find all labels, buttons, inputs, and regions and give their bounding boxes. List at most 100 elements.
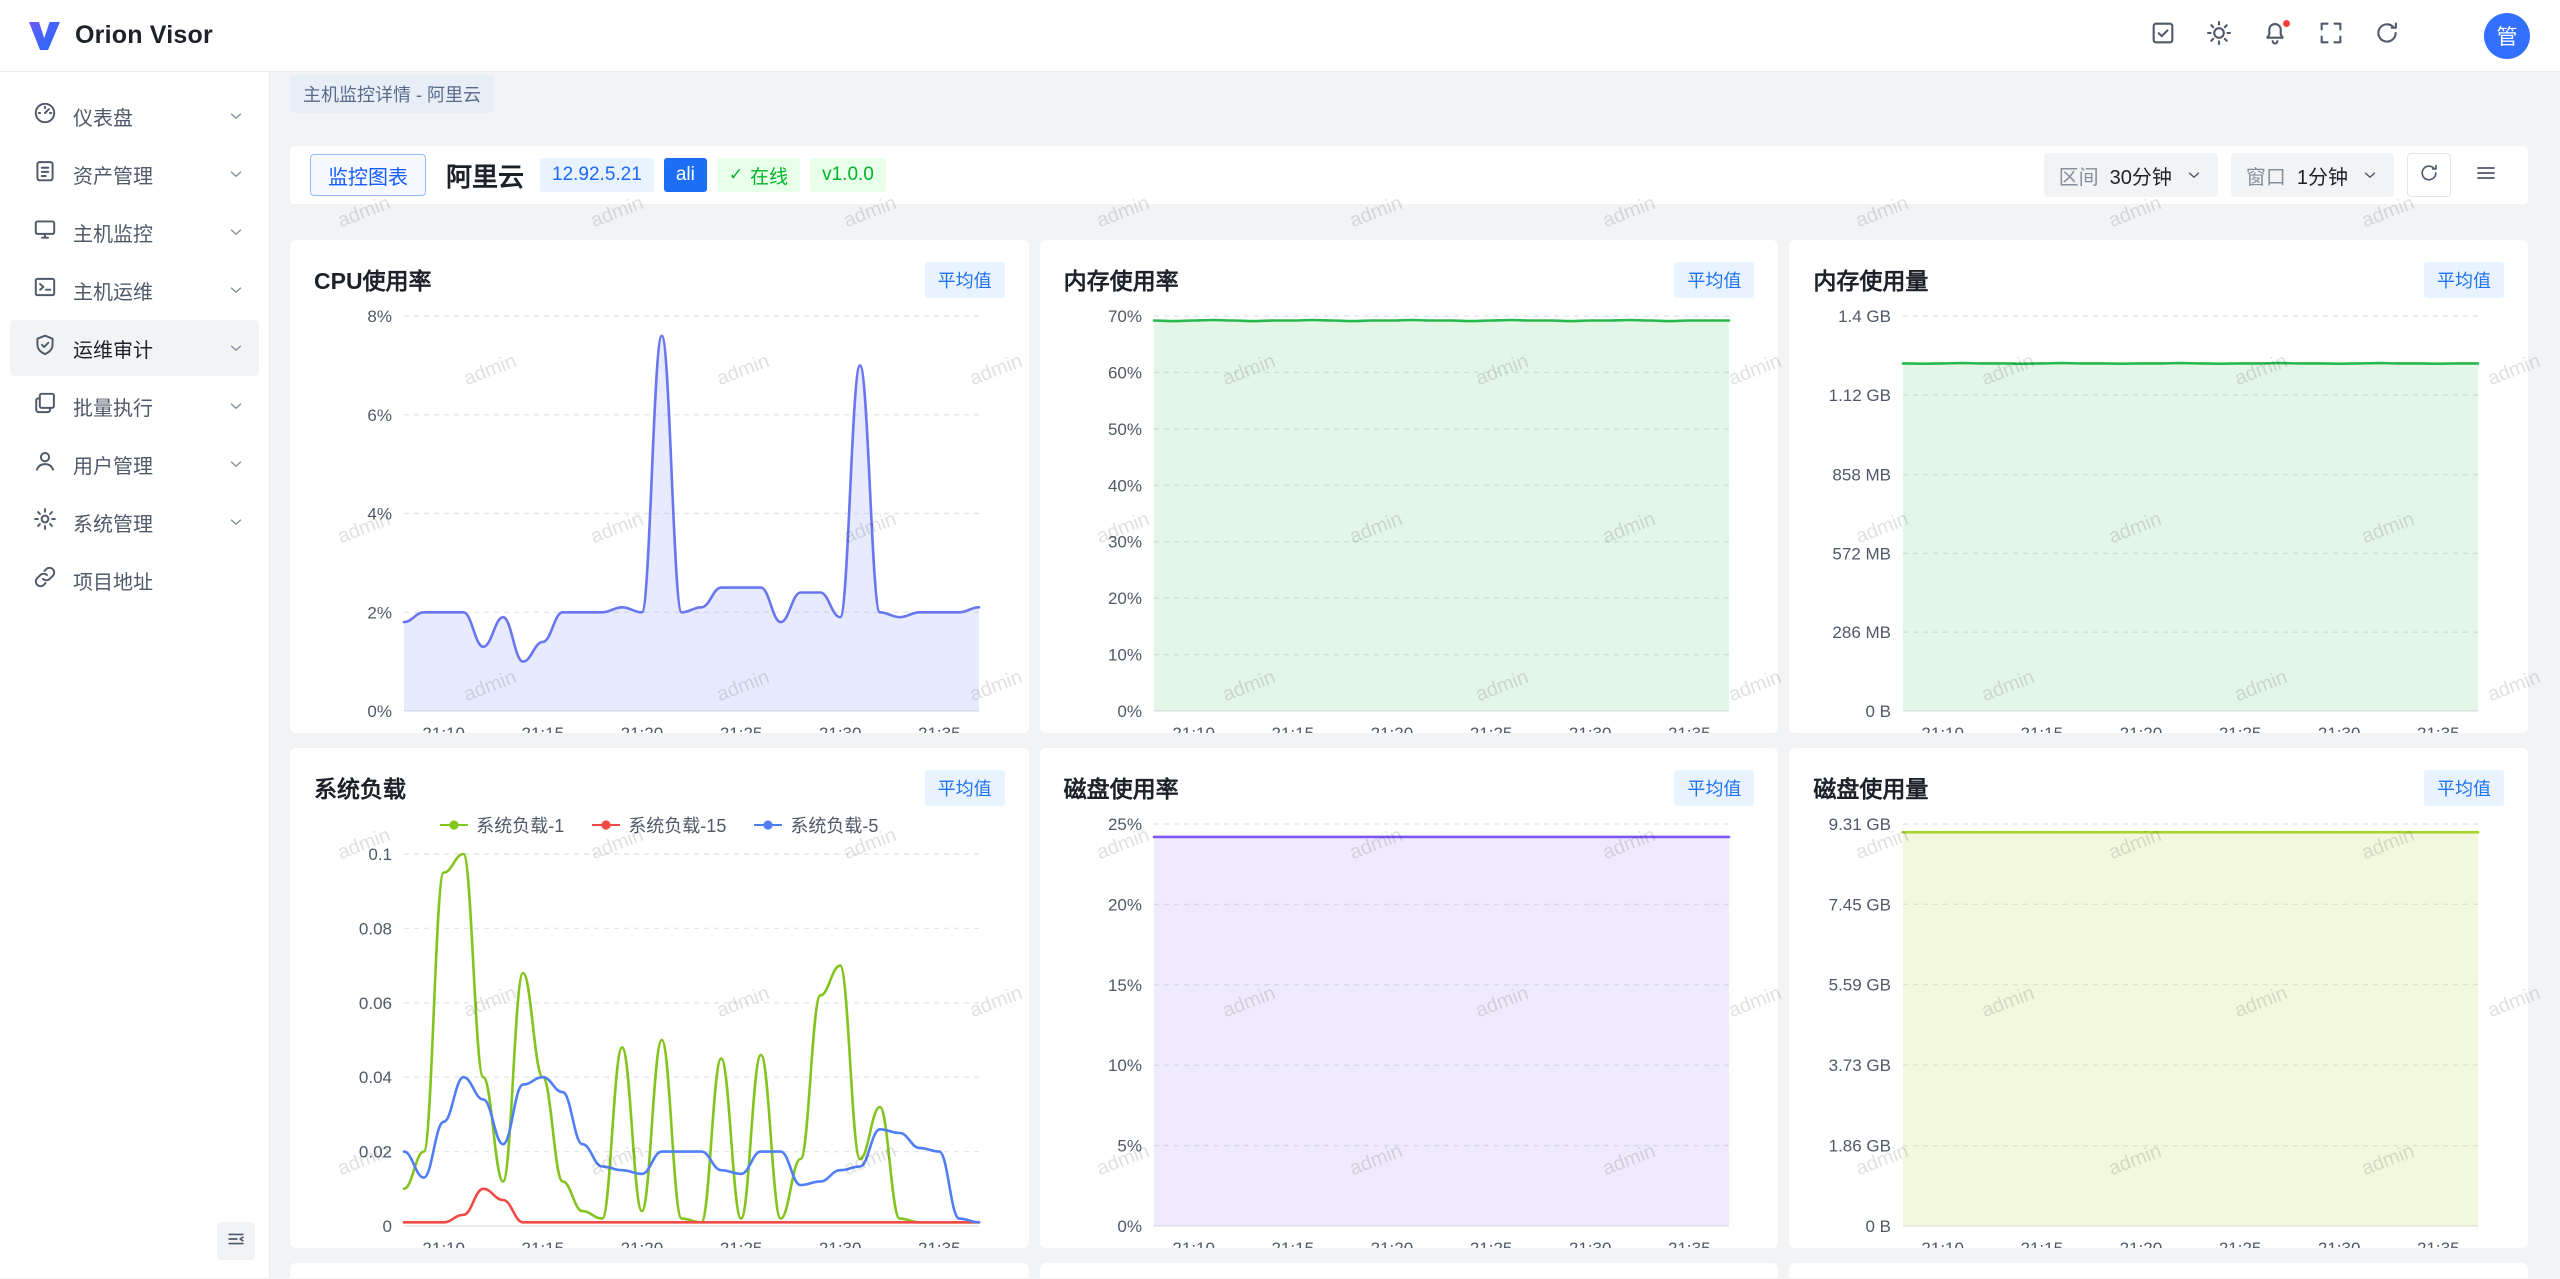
svg-text:21:35: 21:35 (1668, 1239, 1711, 1248)
chart-area: 0 B286 MB572 MB858 MB1.12 GB1.4 GB21:102… (1813, 302, 2504, 721)
chart-card-3: 内存使用量平均值0 B286 MB572 MB858 MB1.12 GB1.4 … (1789, 240, 2528, 733)
chart-title: 磁盘使用率 (1064, 770, 1179, 804)
sidebar-collapse-button[interactable] (217, 1222, 255, 1260)
settings-gear-icon (2429, 19, 2457, 52)
sidebar-item-label: 仪表盘 (73, 102, 212, 131)
interval-label: 区间 (2059, 161, 2099, 190)
chart-card-6: 磁盘使用量平均值0 B1.86 GB3.73 GB5.59 GB7.45 GB9… (1789, 748, 2528, 1248)
svg-text:21:30: 21:30 (2318, 724, 2361, 733)
svg-text:21:35: 21:35 (2417, 724, 2460, 733)
host-tag-3: ✓在线 (717, 158, 800, 192)
chart-plot: 00.020.040.060.080.121:1021:1521:2021:25… (314, 840, 1005, 1248)
chart-list-button[interactable] (2464, 153, 2508, 197)
sidebar-item-4[interactable]: 主机运维 (10, 262, 259, 318)
host-tags: 12.92.5.21 ali ✓在线 v1.0.0 (540, 158, 896, 192)
app-logo[interactable]: Orion Visor (26, 20, 213, 52)
avg-value-badge: 平均值 (925, 262, 1005, 298)
svg-text:286 MB: 286 MB (1833, 623, 1892, 642)
assets-icon (32, 158, 58, 190)
svg-text:21:35: 21:35 (2417, 1239, 2460, 1248)
window-select[interactable]: 窗口 1分钟 (2231, 153, 2394, 197)
sidebar: 仪表盘资产管理主机监控主机运维运维审计批量执行用户管理系统管理项目地址 (0, 72, 270, 1278)
sidebar-item-1[interactable]: 仪表盘 (10, 88, 259, 144)
sidebar-item-2[interactable]: 资产管理 (10, 146, 259, 202)
svg-text:21:15: 21:15 (2021, 1239, 2064, 1248)
sidebar-item-label: 用户管理 (73, 450, 212, 479)
svg-text:21:25: 21:25 (1469, 724, 1512, 733)
chevron-down-icon (227, 281, 245, 299)
chart-card-partial (290, 1263, 1029, 1278)
chart-card-partial (1789, 1263, 2528, 1278)
chart-plot: 0%10%20%30%40%50%60%70%21:1021:1521:2021… (1064, 302, 1755, 733)
svg-text:10%: 10% (1108, 1056, 1142, 1075)
legend-item[interactable]: 系统负载-5 (754, 812, 878, 838)
chevron-down-icon (2361, 166, 2379, 184)
theme-sun-button[interactable] (2196, 13, 2242, 59)
svg-text:21:30: 21:30 (819, 724, 862, 733)
charts-grid: CPU使用率平均值0%2%4%6%8%21:1021:1521:2021:252… (290, 240, 2528, 1278)
main-content: 监控图表 阿里云 12.92.5.21ali✓在线v1.0.0 区间 30分钟 … (270, 116, 2560, 1278)
svg-text:4%: 4% (367, 505, 392, 524)
svg-text:21:20: 21:20 (621, 1239, 664, 1248)
notification-bell-button[interactable] (2252, 13, 2298, 59)
sidebar-item-7[interactable]: 用户管理 (10, 436, 259, 492)
batch-icon (32, 390, 58, 422)
svg-text:25%: 25% (1108, 815, 1142, 834)
sidebar-item-5[interactable]: 运维审计 (10, 320, 259, 376)
audit-shield-icon (32, 332, 58, 364)
user-icon (32, 448, 58, 480)
avg-value-badge: 平均值 (1674, 262, 1754, 298)
svg-text:21:30: 21:30 (1569, 1239, 1612, 1248)
chart-card-1: CPU使用率平均值0%2%4%6%8%21:1021:1521:2021:252… (290, 240, 1029, 733)
svg-text:21:10: 21:10 (1922, 1239, 1965, 1248)
monitor-chart-button[interactable]: 监控图表 (310, 154, 426, 196)
svg-text:21:10: 21:10 (422, 724, 465, 733)
svg-text:3.73 GB: 3.73 GB (1829, 1056, 1891, 1075)
chevron-down-icon (2185, 166, 2203, 184)
sidebar-item-3[interactable]: 主机监控 (10, 204, 259, 260)
sidebar-menu: 仪表盘资产管理主机监控主机运维运维审计批量执行用户管理系统管理项目地址 (0, 88, 269, 608)
svg-text:40%: 40% (1108, 476, 1142, 495)
user-avatar[interactable]: 管 (2484, 13, 2530, 59)
host-tag-4: v1.0.0 (810, 158, 886, 192)
refresh-button[interactable] (2364, 13, 2410, 59)
sidebar-item-label: 批量执行 (73, 392, 212, 421)
legend-item[interactable]: 系统负载-1 (440, 812, 564, 838)
svg-text:0.1: 0.1 (368, 845, 392, 864)
system-gear-icon (32, 506, 58, 538)
settings-gear-button[interactable] (2420, 13, 2466, 59)
chart-title: 内存使用量 (1813, 262, 1928, 296)
chart-title: 内存使用率 (1064, 262, 1179, 296)
chart-card-2: 内存使用率 平均值 0%10%20%30%40%50%60%70%21:1021:1… (1040, 240, 1779, 733)
chevron-down-icon (227, 513, 245, 531)
refresh-charts-button[interactable] (2407, 153, 2451, 197)
host-name: 阿里云 (446, 157, 524, 194)
collapse-menu-icon (225, 1228, 247, 1255)
svg-text:21:35: 21:35 (918, 1239, 961, 1248)
chart-area: 0%2%4%6%8%21:1021:1521:2021:2521:3021:35 (314, 302, 1005, 721)
fullscreen-button[interactable] (2308, 13, 2354, 59)
refresh-icon (2418, 162, 2440, 189)
legend-item[interactable]: 系统负载-15 (592, 812, 726, 838)
chart-plot: 0%2%4%6%8%21:1021:1521:2021:2521:3021:35 (314, 302, 1005, 733)
chevron-down-icon (227, 223, 245, 241)
chart-title: 磁盘使用量 (1813, 770, 1928, 804)
theme-sun-icon (2205, 19, 2233, 52)
svg-text:8%: 8% (367, 307, 392, 326)
sidebar-item-8[interactable]: 系统管理 (10, 494, 259, 550)
panel-check-button[interactable] (2140, 13, 2186, 59)
host-tag-2: ali (664, 158, 707, 192)
svg-text:572 MB: 572 MB (1833, 544, 1892, 563)
sidebar-item-6[interactable]: 批量执行 (10, 378, 259, 434)
svg-text:5.59 GB: 5.59 GB (1829, 976, 1891, 995)
svg-text:0 B: 0 B (1866, 1217, 1892, 1236)
legend-marker-icon (754, 819, 782, 831)
svg-text:21:25: 21:25 (2219, 1239, 2262, 1248)
breadcrumb[interactable]: 主机监控详情 - 阿里云 (290, 75, 494, 113)
svg-text:0%: 0% (367, 702, 392, 721)
host-tag-1: 12.92.5.21 (540, 158, 654, 192)
interval-select[interactable]: 区间 30分钟 (2044, 153, 2218, 197)
svg-text:21:20: 21:20 (1370, 724, 1413, 733)
chart-plot: 0%5%10%15%20%25%21:1021:1521:2021:2521:3… (1064, 810, 1755, 1248)
sidebar-item-9[interactable]: 项目地址 (10, 552, 259, 608)
